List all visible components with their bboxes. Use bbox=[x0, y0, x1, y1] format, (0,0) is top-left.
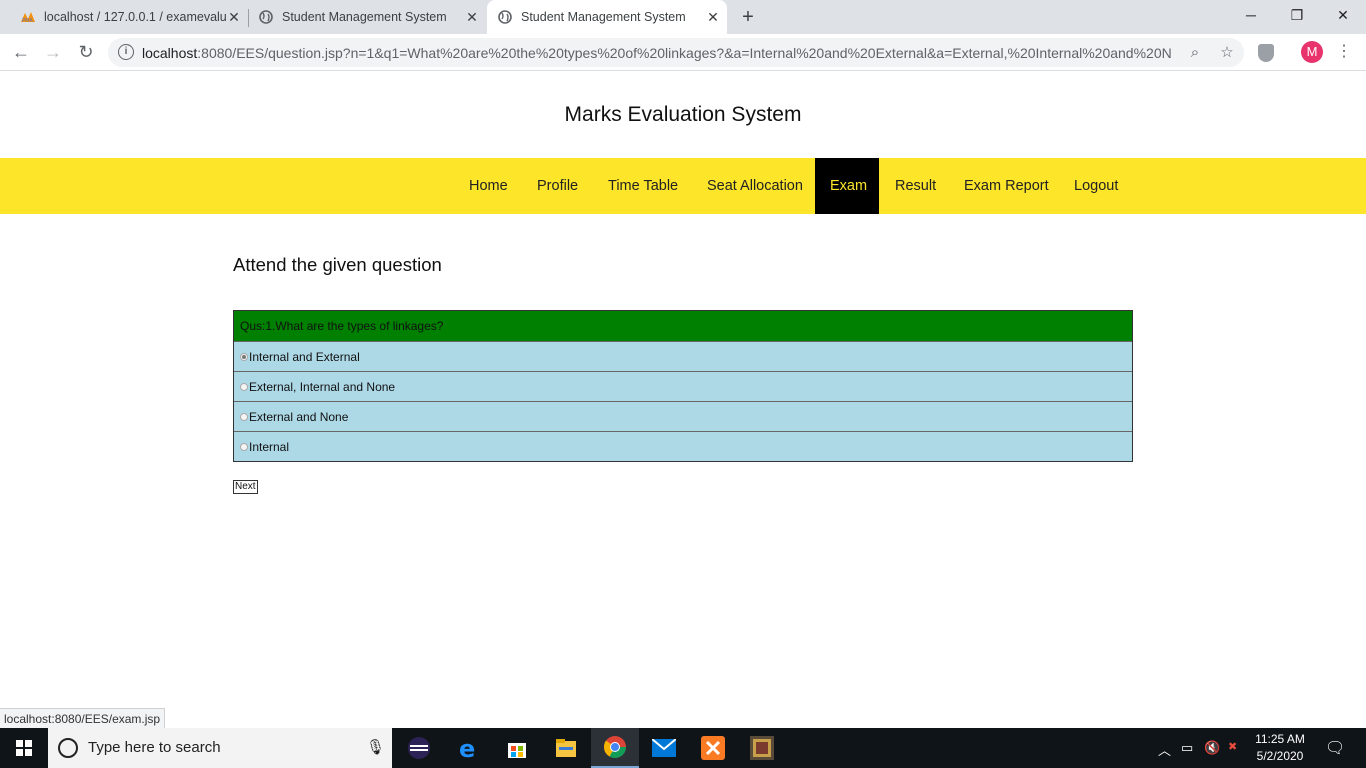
notification-center-icon[interactable]: 🗨 bbox=[1325, 738, 1345, 758]
tab-student-management-active[interactable]: Student Management System ✕ bbox=[487, 0, 727, 34]
nav-seat-allocation[interactable]: Seat Allocation bbox=[692, 158, 818, 214]
restore-button[interactable]: ❐ bbox=[1274, 0, 1320, 30]
globe-icon bbox=[258, 9, 274, 25]
close-window-button[interactable]: ✕ bbox=[1320, 0, 1366, 30]
nav-result[interactable]: Result bbox=[880, 158, 951, 214]
phpmyadmin-icon: PMA bbox=[20, 9, 36, 25]
svg-text:e: e bbox=[459, 736, 475, 760]
url-path: :8080/EES/question.jsp?n=1&q1=What%20are… bbox=[197, 45, 1172, 61]
nav-logout[interactable]: Logout bbox=[1059, 158, 1133, 214]
main-navbar: Home Profile Time Table Seat Allocation … bbox=[0, 158, 1366, 214]
option-radio[interactable] bbox=[240, 442, 248, 451]
question-table: Qus:1.What are the types of linkages? In… bbox=[233, 310, 1133, 462]
xampp-app-icon[interactable] bbox=[697, 732, 729, 764]
globe-icon bbox=[497, 9, 513, 25]
option-label: Internal bbox=[249, 439, 290, 454]
option-radio[interactable] bbox=[240, 352, 248, 361]
option-row[interactable]: Internal and External bbox=[234, 341, 1132, 371]
page-heading: Attend the given question bbox=[233, 254, 442, 275]
tab-separator bbox=[248, 9, 249, 27]
url-text[interactable]: localhost:8080/EES/question.jsp?n=1&q1=W… bbox=[142, 45, 1172, 61]
tab-phpmyadmin[interactable]: PMA localhost / 127.0.0.1 / examevalu ✕ bbox=[14, 0, 248, 34]
close-tab-icon[interactable]: ✕ bbox=[705, 9, 721, 25]
volume-muted-icon[interactable]: 🔇 bbox=[1204, 740, 1220, 756]
tab-title: Student Management System bbox=[521, 10, 686, 24]
option-row[interactable]: Internal bbox=[234, 431, 1132, 461]
chrome-app-icon[interactable] bbox=[591, 728, 639, 768]
tab-title: Student Management System bbox=[282, 10, 447, 24]
close-tab-icon[interactable]: ✕ bbox=[464, 9, 480, 25]
browser-toolbar: ← → ↻ i localhost:8080/EES/question.jsp?… bbox=[0, 34, 1366, 71]
tab-title: localhost / 127.0.0.1 / examevalu bbox=[44, 10, 227, 24]
menu-kebab-icon[interactable]: ⋮ bbox=[1336, 43, 1352, 61]
svg-text:PMA: PMA bbox=[22, 18, 33, 23]
back-button[interactable]: ← bbox=[8, 39, 34, 65]
nav-exam[interactable]: Exam bbox=[815, 158, 879, 214]
forward-button[interactable]: → bbox=[40, 39, 66, 65]
close-tab-icon[interactable]: ✕ bbox=[226, 9, 242, 25]
store-app-icon[interactable] bbox=[501, 732, 533, 764]
edge-app-icon[interactable]: e bbox=[452, 732, 484, 764]
taskbar-search[interactable]: Type here to search 🎙 bbox=[48, 728, 392, 768]
network-icon[interactable]: ✖ bbox=[1228, 740, 1237, 753]
mail-app-icon[interactable] bbox=[648, 732, 680, 764]
search-placeholder: Type here to search bbox=[88, 739, 221, 756]
option-label: External and None bbox=[249, 409, 349, 424]
next-button[interactable]: Next bbox=[233, 480, 258, 494]
clock-date: 5/2/2020 bbox=[1256, 749, 1304, 763]
option-label: External, Internal and None bbox=[249, 379, 396, 394]
site-title: Marks Evaluation System bbox=[564, 103, 802, 126]
status-bar-url: localhost:8080/EES/exam.jsp bbox=[0, 708, 166, 728]
microphone-icon[interactable]: 🎙 bbox=[366, 738, 385, 756]
browser-tab-strip: PMA localhost / 127.0.0.1 / examevalu ✕ … bbox=[0, 0, 1366, 34]
file-explorer-icon[interactable] bbox=[550, 732, 582, 764]
question-text: Qus:1.What are the types of linkages? bbox=[234, 311, 1132, 341]
eclipse-app-icon[interactable] bbox=[403, 732, 435, 764]
extension-shield-icon[interactable] bbox=[1258, 44, 1274, 62]
option-row[interactable]: External and None bbox=[234, 401, 1132, 431]
url-host: localhost bbox=[142, 45, 198, 61]
option-row[interactable]: External, Internal and None bbox=[234, 371, 1132, 401]
nav-time-table[interactable]: Time Table bbox=[593, 158, 693, 214]
windows-taskbar: Type here to search 🎙 e ︿ ▭ 🔇 ✖ 11:25 AM… bbox=[0, 728, 1366, 768]
profile-avatar[interactable]: M bbox=[1301, 41, 1323, 63]
tray-expand-icon[interactable]: ︿ bbox=[1158, 740, 1171, 759]
battery-icon[interactable]: ▭ bbox=[1181, 740, 1193, 756]
taskbar-clock[interactable]: 11:25 AM 5/2/2020 bbox=[1240, 731, 1320, 765]
app-launcher-icon[interactable] bbox=[746, 732, 778, 764]
site-info-icon[interactable]: i bbox=[118, 44, 134, 60]
cortana-icon bbox=[58, 738, 78, 758]
option-radio[interactable] bbox=[240, 412, 248, 421]
nav-exam-report[interactable]: Exam Report bbox=[949, 158, 1064, 214]
clock-time: 11:25 AM bbox=[1255, 732, 1305, 746]
option-label: Internal and External bbox=[249, 349, 360, 364]
nav-home[interactable]: Home bbox=[454, 158, 523, 214]
nav-profile[interactable]: Profile bbox=[522, 158, 593, 214]
tab-student-management-1[interactable]: Student Management System ✕ bbox=[252, 0, 486, 34]
new-tab-button[interactable]: + bbox=[737, 6, 759, 28]
address-bar[interactable]: i localhost:8080/EES/question.jsp?n=1&q1… bbox=[108, 38, 1244, 67]
bookmark-star-icon[interactable]: ☆ bbox=[1218, 44, 1236, 62]
minimize-button[interactable]: ─ bbox=[1228, 0, 1274, 30]
web-page: Marks Evaluation System Home Profile Tim… bbox=[0, 72, 1366, 728]
reload-button[interactable]: ↻ bbox=[73, 39, 99, 65]
option-radio[interactable] bbox=[240, 382, 248, 391]
zoom-icon[interactable]: ⌕ bbox=[1186, 44, 1204, 62]
windows-logo-icon bbox=[16, 740, 32, 756]
start-button[interactable] bbox=[0, 728, 48, 768]
